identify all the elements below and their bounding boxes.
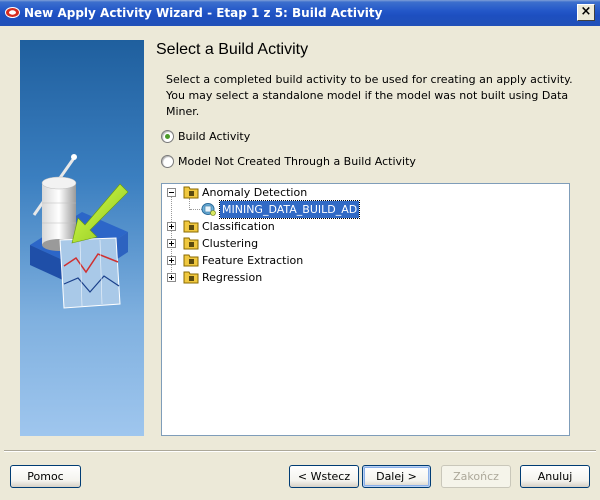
- tree-item-model[interactable]: MINING_DATA_BUILD_AD: [162, 200, 569, 219]
- radio-model-not-created-label[interactable]: Model Not Created Through a Build Activi…: [178, 155, 416, 168]
- folder-icon: [183, 254, 199, 267]
- radio-build-activity-label[interactable]: Build Activity: [178, 130, 250, 143]
- tree-item-regression[interactable]: Regression: [162, 269, 569, 286]
- tree-item-feature-extraction[interactable]: Feature Extraction: [162, 252, 569, 269]
- help-button[interactable]: Pomoc: [10, 465, 81, 488]
- expand-icon[interactable]: [167, 222, 176, 231]
- tree-item-anomaly-detection[interactable]: Anomaly Detection: [162, 184, 569, 201]
- tree-item-label: Anomaly Detection: [202, 186, 308, 199]
- radio-model-not-created[interactable]: Model Not Created Through a Build Activi…: [161, 155, 416, 168]
- close-button[interactable]: ×: [577, 4, 595, 21]
- button-separator: [4, 450, 596, 452]
- collapse-icon[interactable]: [167, 188, 176, 197]
- back-button[interactable]: < Wstecz: [289, 465, 359, 488]
- title-bar: New Apply Activity Wizard - Etap 1 z 5: …: [0, 0, 600, 26]
- wizard-body: Select a Build Activity Select a complet…: [4, 26, 596, 496]
- next-button[interactable]: Dalej >: [362, 465, 431, 488]
- oracle-data-miner-icon: [5, 7, 20, 18]
- cancel-button[interactable]: Anuluj: [520, 465, 590, 488]
- page-description: Select a completed build activity to be …: [166, 73, 573, 118]
- window-title: New Apply Activity Wizard - Etap 1 z 5: …: [24, 6, 383, 20]
- tree-item-label: Regression: [202, 271, 263, 284]
- tree-item-label: Clustering: [202, 237, 259, 250]
- wizard-illustration: [20, 40, 144, 436]
- radio-unselected-icon[interactable]: [161, 155, 174, 168]
- folder-icon: [183, 186, 199, 199]
- tree-item-label: Feature Extraction: [202, 254, 304, 267]
- expand-icon[interactable]: [167, 256, 176, 265]
- model-icon: [201, 203, 216, 216]
- folder-icon: [183, 220, 199, 233]
- tree-item-classification[interactable]: Classification: [162, 218, 569, 235]
- build-activity-tree[interactable]: Anomaly Detection MINING_DATA_BUILD_AD C…: [161, 183, 570, 436]
- finish-button[interactable]: Zakończ: [441, 465, 511, 488]
- tree-item-label: Classification: [202, 220, 275, 233]
- radio-build-activity[interactable]: Build Activity: [161, 130, 250, 143]
- expand-icon[interactable]: [167, 273, 176, 282]
- folder-icon: [183, 237, 199, 250]
- tree-item-clustering[interactable]: Clustering: [162, 235, 569, 252]
- radio-selected-icon[interactable]: [161, 130, 174, 143]
- close-icon: ×: [580, 4, 592, 19]
- page-heading: Select a Build Activity: [156, 41, 309, 58]
- expand-icon[interactable]: [167, 239, 176, 248]
- tree-item-label: MINING_DATA_BUILD_AD: [218, 200, 361, 219]
- folder-icon: [183, 271, 199, 284]
